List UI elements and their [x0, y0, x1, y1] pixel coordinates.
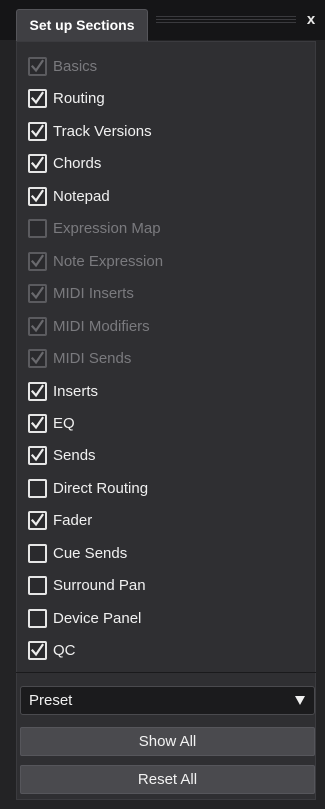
section-checkbox-row[interactable]: Direct Routing — [28, 476, 148, 500]
checkbox-unchecked-icon[interactable] — [28, 575, 47, 595]
reset-all-button[interactable]: Reset All — [20, 765, 315, 794]
section-checkbox-label: EQ — [53, 414, 75, 432]
section-checkbox-row[interactable]: Inserts — [28, 379, 98, 403]
section-checkbox-row[interactable]: Chords — [28, 151, 101, 175]
section-checkbox-label: Chords — [53, 154, 102, 172]
checkbox-checked-icon[interactable] — [28, 413, 47, 433]
drag-grip-handle[interactable] — [156, 14, 296, 26]
section-checkbox-label: Direct Routing — [53, 479, 149, 497]
chevron-down-icon — [295, 696, 305, 705]
set-up-sections-panel: Set up Sections x Basics Routing Track Ver… — [0, 0, 325, 809]
section-checkbox-row: Note Expression — [28, 249, 163, 273]
checkbox-unchecked-icon[interactable] — [28, 608, 47, 628]
section-checkbox-label: Routing — [53, 89, 105, 107]
checkbox-unchecked-icon[interactable] — [28, 543, 47, 563]
section-checkbox-label: Basics — [53, 57, 98, 75]
section-checkbox-label: Device Panel — [53, 609, 142, 627]
checkbox-checked-icon[interactable] — [28, 510, 47, 530]
close-icon[interactable]: x — [303, 10, 319, 30]
divider — [16, 672, 316, 673]
checkbox-checked-icon[interactable] — [28, 445, 47, 465]
section-checkbox-row[interactable]: Routing — [28, 86, 105, 110]
section-checkbox-label: Fader — [53, 511, 93, 529]
section-checkbox-row[interactable]: EQ — [28, 411, 75, 435]
checkbox-checked-icon[interactable] — [28, 381, 47, 401]
section-checkbox-row[interactable]: Sends — [28, 443, 96, 467]
section-checkbox-label: Inserts — [53, 382, 99, 400]
section-checkbox-label: MIDI Inserts — [53, 284, 134, 302]
section-checkbox-label: Surround Pan — [53, 576, 146, 594]
section-checkbox-label: MIDI Modifiers — [53, 317, 150, 335]
section-checkbox-row[interactable]: QC — [28, 638, 76, 662]
checkbox-unchecked-icon — [28, 218, 47, 238]
preset-dropdown[interactable]: Preset — [20, 686, 315, 715]
section-checkbox-row: MIDI Modifiers — [28, 314, 150, 338]
checkbox-checked-icon[interactable] — [28, 153, 47, 173]
section-checkbox-label: Cue Sends — [53, 544, 128, 562]
section-checkbox-row: MIDI Inserts — [28, 281, 134, 305]
title-bar: Set up Sections x — [0, 0, 325, 42]
section-checkbox-label: QC — [53, 641, 76, 659]
tab-set-up-sections[interactable]: Set up Sections — [16, 9, 148, 42]
section-checkbox-label: Track Versions — [53, 122, 152, 140]
checkbox-unchecked-icon[interactable] — [28, 478, 47, 498]
checkbox-checked-icon — [28, 283, 47, 303]
show-all-button[interactable]: Show All — [20, 727, 315, 756]
section-checkbox-row[interactable]: Device Panel — [28, 606, 141, 630]
section-checkbox-label: Note Expression — [53, 252, 164, 270]
section-checkbox-label: Sends — [53, 446, 96, 464]
checkbox-checked-icon[interactable] — [28, 640, 47, 660]
checkbox-checked-icon — [28, 316, 47, 336]
checkbox-checked-icon[interactable] — [28, 121, 47, 141]
section-checkbox-row: MIDI Sends — [28, 346, 131, 370]
checkbox-checked-icon[interactable] — [28, 88, 47, 108]
section-checkbox-row: Expression Map — [28, 216, 161, 240]
section-checkbox-row[interactable]: Cue Sends — [28, 541, 127, 565]
section-checkbox-row[interactable]: Surround Pan — [28, 573, 146, 597]
checkbox-checked-icon — [28, 348, 47, 368]
section-checkbox-row[interactable]: Notepad — [28, 184, 110, 208]
checkbox-checked-icon — [28, 56, 47, 76]
section-checkbox-label: Notepad — [53, 187, 110, 205]
checkbox-checked-icon — [28, 251, 47, 271]
section-checkbox-label: MIDI Sends — [53, 349, 132, 367]
section-checkbox-row: Basics — [28, 54, 97, 78]
section-checkbox-row[interactable]: Track Versions — [28, 119, 152, 143]
checkbox-checked-icon[interactable] — [28, 186, 47, 206]
section-checkbox-row[interactable]: Fader — [28, 508, 92, 532]
preset-dropdown-value: Preset — [29, 692, 73, 709]
section-checkbox-label: Expression Map — [53, 219, 161, 237]
